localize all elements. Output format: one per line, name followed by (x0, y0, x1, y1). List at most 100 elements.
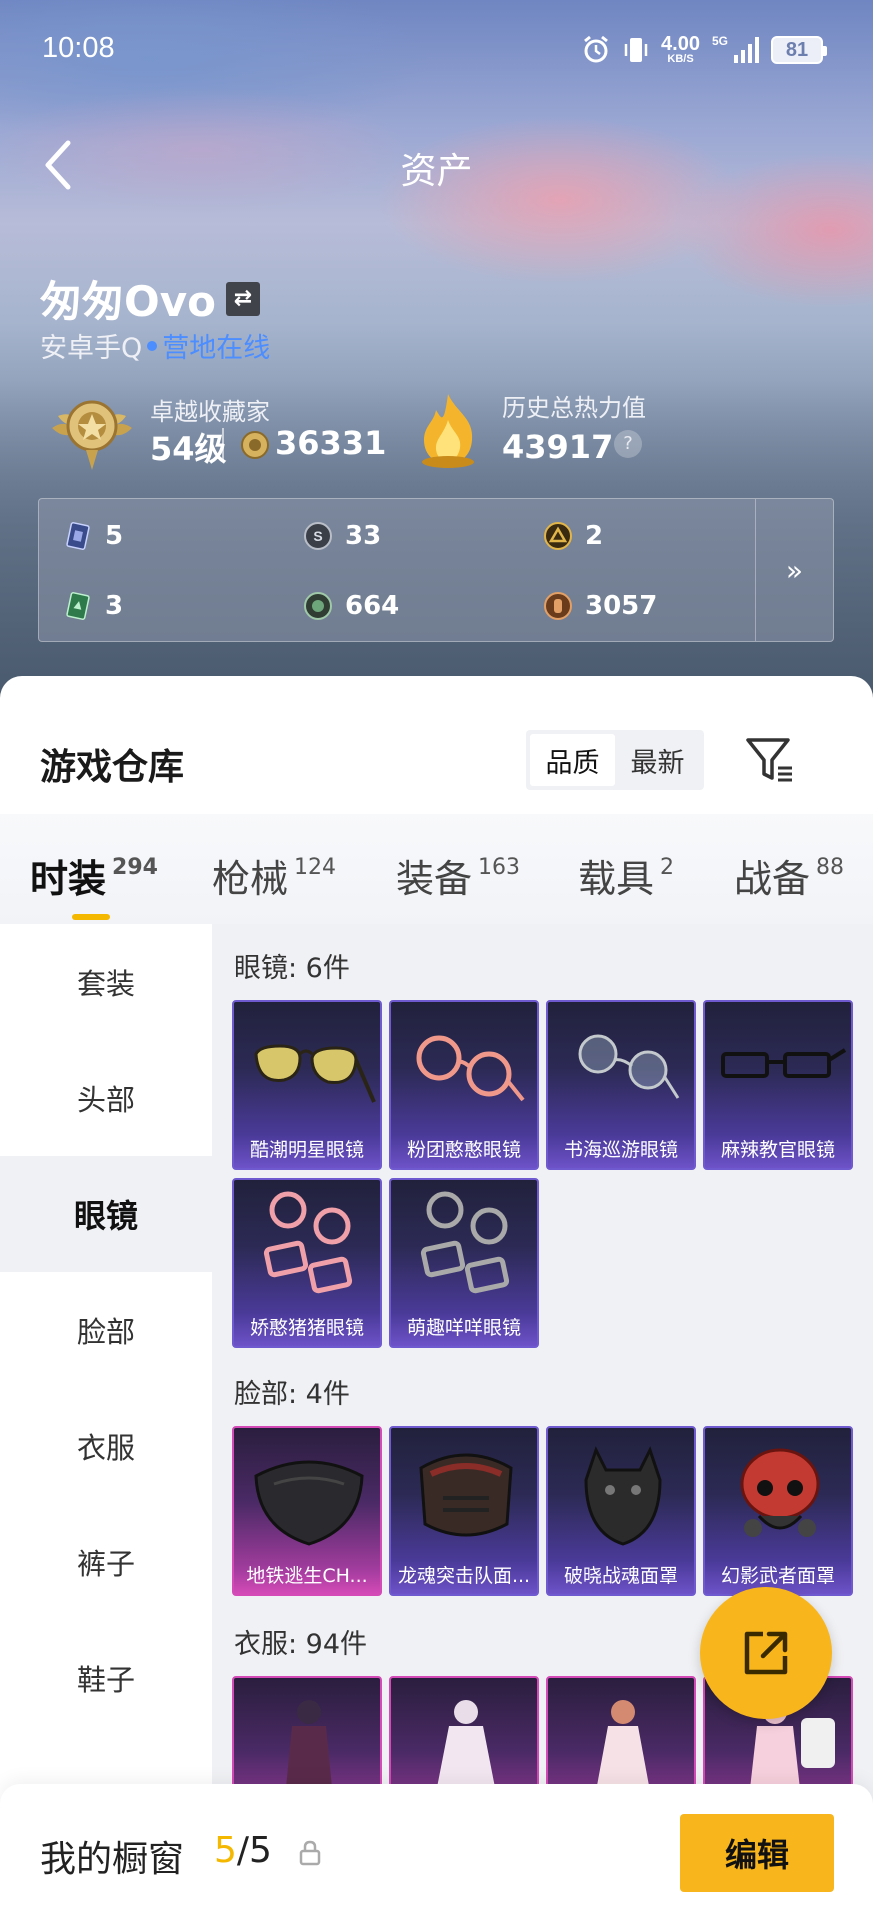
section-title-clothes: 衣服: 94件 (234, 1629, 368, 1660)
item-card[interactable]: 娇憨猪猪眼镜 (232, 1178, 382, 1348)
heat-title: 历史总热力值 (502, 394, 646, 422)
tab-supplies[interactable]: 战备 88 (734, 848, 844, 903)
share-button[interactable] (700, 1587, 832, 1719)
rank-title: 卓越收藏家 (150, 398, 270, 426)
signal-icon (734, 36, 759, 63)
online-dot-icon (147, 340, 158, 351)
item-card[interactable]: 萌趣咩咩眼镜 (389, 1178, 539, 1348)
pig-glasses-icon (263, 1191, 353, 1294)
showcase-label: 我的橱窗 (40, 1839, 185, 1880)
section-title-glasses: 眼镜: 6件 (234, 953, 350, 984)
showcase-count: 5/5 (214, 1830, 272, 1871)
stats-more-button[interactable]: » (755, 499, 833, 641)
sidebar-item-suits[interactable]: 套装 (0, 924, 212, 1040)
double-chevron-right-icon: » (785, 553, 804, 587)
tab-label: 装备 (396, 857, 473, 901)
category-tabs: 时装 294 枪械 124 装备 163 载具 2 战备 88 (0, 814, 873, 924)
sidebar-item-face[interactable]: 脸部 (0, 1272, 212, 1388)
filter-icon[interactable] (744, 734, 796, 786)
edit-button[interactable]: 编辑 (680, 1814, 834, 1892)
item-name: 娇憨猪猪眼镜 (249, 1317, 364, 1339)
item-name: 龙魂突击队面... (397, 1565, 531, 1587)
rectangular-glasses-icon (721, 1048, 847, 1078)
status-icons: 4.00 KB/S 5G 81 (581, 34, 827, 65)
tab-equipment[interactable]: 装备 163 (396, 848, 520, 903)
subcategory-sidebar: 套装 头部 眼镜 脸部 衣服 裤子 鞋子 (0, 924, 212, 1920)
showcase-count-total: /5 (236, 1830, 272, 1871)
item-card[interactable]: 幻影武者面罩 (703, 1426, 853, 1596)
black-face-mask-icon (254, 1460, 364, 1546)
switch-account-icon[interactable]: ⇄ (225, 281, 260, 316)
vibrate-icon (624, 37, 648, 62)
sort-newest-button[interactable]: 最新 (615, 734, 700, 786)
collector-points: 36331 (275, 424, 387, 462)
tab-vehicles[interactable]: 载具 2 (578, 848, 674, 903)
lock-icon (299, 1840, 321, 1866)
item-card[interactable]: 酷潮明星眼镜 (232, 1000, 382, 1170)
stat-value: 3 (105, 591, 124, 621)
pink-round-glasses-icon (416, 1035, 525, 1102)
player-status: 安卓手Q 营地在线 (40, 326, 270, 365)
item-card[interactable]: 地铁逃生CH... (232, 1426, 382, 1596)
network-type: 5G (711, 34, 728, 48)
status-bar: 10:08 4.00 KB/S 5G 81 (0, 0, 873, 104)
player-platform: 安卓手Q (40, 333, 143, 364)
sidebar-item-glasses[interactable]: 眼镜 (0, 1156, 212, 1272)
warehouse-title: 游戏仓库 (40, 747, 185, 788)
section-title-face: 脸部: 4件 (234, 1379, 350, 1410)
bronze-coin-icon (544, 592, 572, 620)
status-time: 10:08 (42, 32, 115, 64)
sidebar-item-head[interactable]: 头部 (0, 1040, 212, 1156)
red-gas-mask-icon (740, 1448, 820, 1537)
item-card[interactable]: 粉团憨憨眼镜 (389, 1000, 539, 1170)
item-card[interactable]: 龙魂突击队面... (389, 1426, 539, 1596)
stat-value: 2 (585, 521, 604, 551)
external-link-icon (744, 1631, 788, 1675)
gold-emblem-icon (544, 522, 572, 550)
help-icon[interactable]: ? (614, 430, 642, 458)
item-card[interactable]: 书海巡游眼镜 (546, 1000, 696, 1170)
green-card-icon (66, 592, 90, 620)
tab-weapons[interactable]: 枪械 124 (212, 848, 336, 903)
sidebar-item-pants[interactable]: 裤子 (0, 1504, 212, 1620)
item-name: 地铁逃生CH... (246, 1565, 368, 1587)
warehouse-sheet: 游戏仓库 品质 最新 时装 294 枪械 124 装备 163 载具 2 战备 88 套装… (0, 676, 873, 1920)
dragon-soul-mask-icon (419, 1453, 513, 1537)
currency-stats-panel: 5 S 33 2 3 664 3057 » (38, 498, 834, 642)
active-tab-indicator (72, 914, 110, 920)
collector-coin-icon (241, 431, 269, 459)
svg-text:S: S (313, 528, 322, 544)
stat-value: 664 (345, 591, 400, 621)
collector-medal-icon (52, 400, 132, 470)
silver-coin-icon: S (304, 522, 332, 550)
tab-fashion[interactable]: 时装 294 (30, 848, 158, 903)
heat-value: 43917 (502, 428, 614, 466)
item-name: 酷潮明星眼镜 (249, 1139, 364, 1161)
item-name: 书海巡游眼镜 (563, 1139, 678, 1161)
stat-value: 5 (105, 521, 124, 551)
sort-toggle: 品质 最新 (526, 730, 704, 790)
player-name: 匆匆Ovo ⇄ (40, 268, 260, 329)
flame-icon (422, 394, 474, 468)
wolf-mask-icon (584, 1446, 662, 1546)
showcase-bar: 我的橱窗 5/5 编辑 (0, 1784, 873, 1920)
tab-count: 294 (112, 855, 158, 880)
tab-label: 时装 (30, 857, 107, 901)
aviator-glasses-icon (254, 1044, 376, 1103)
sidebar-item-shoes[interactable]: 鞋子 (0, 1620, 212, 1736)
rank-level: 54级 (150, 430, 227, 468)
item-card[interactable]: 破晓战魂面罩 (546, 1426, 696, 1596)
tab-count: 124 (294, 855, 337, 880)
tab-count: 163 (478, 855, 521, 880)
sort-quality-button[interactable]: 品质 (530, 734, 615, 786)
showcase-count-current: 5 (214, 1830, 237, 1871)
item-name: 萌趣咩咩眼镜 (406, 1317, 521, 1339)
battery-icon: 81 (771, 35, 827, 64)
tab-count: 2 (660, 855, 675, 880)
alarm-icon (584, 35, 608, 62)
stat-value: 33 (345, 521, 382, 551)
item-card[interactable]: 麻辣教官眼镜 (703, 1000, 853, 1170)
network-speed-unit: KB/S (667, 53, 694, 65)
rank-divider (222, 428, 224, 460)
sidebar-item-clothes[interactable]: 衣服 (0, 1388, 212, 1504)
